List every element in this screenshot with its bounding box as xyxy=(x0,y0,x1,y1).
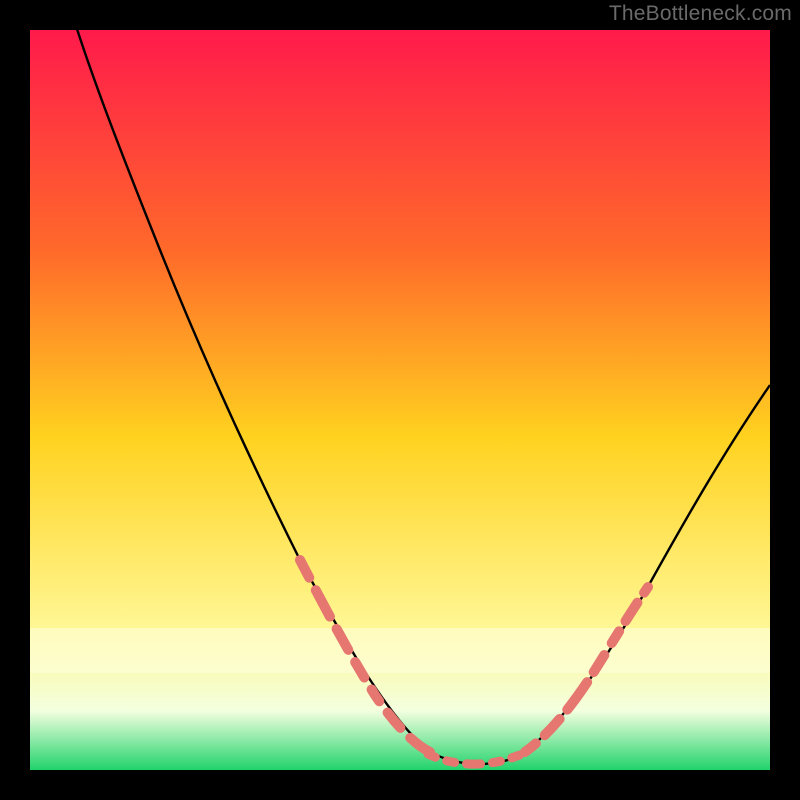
watermark-text: TheBottleneck.com xyxy=(609,2,792,26)
chart-frame: TheBottleneck.com xyxy=(0,0,800,800)
bottleneck-chart xyxy=(30,30,770,770)
pale-band xyxy=(30,628,770,673)
plot-area xyxy=(30,30,770,770)
